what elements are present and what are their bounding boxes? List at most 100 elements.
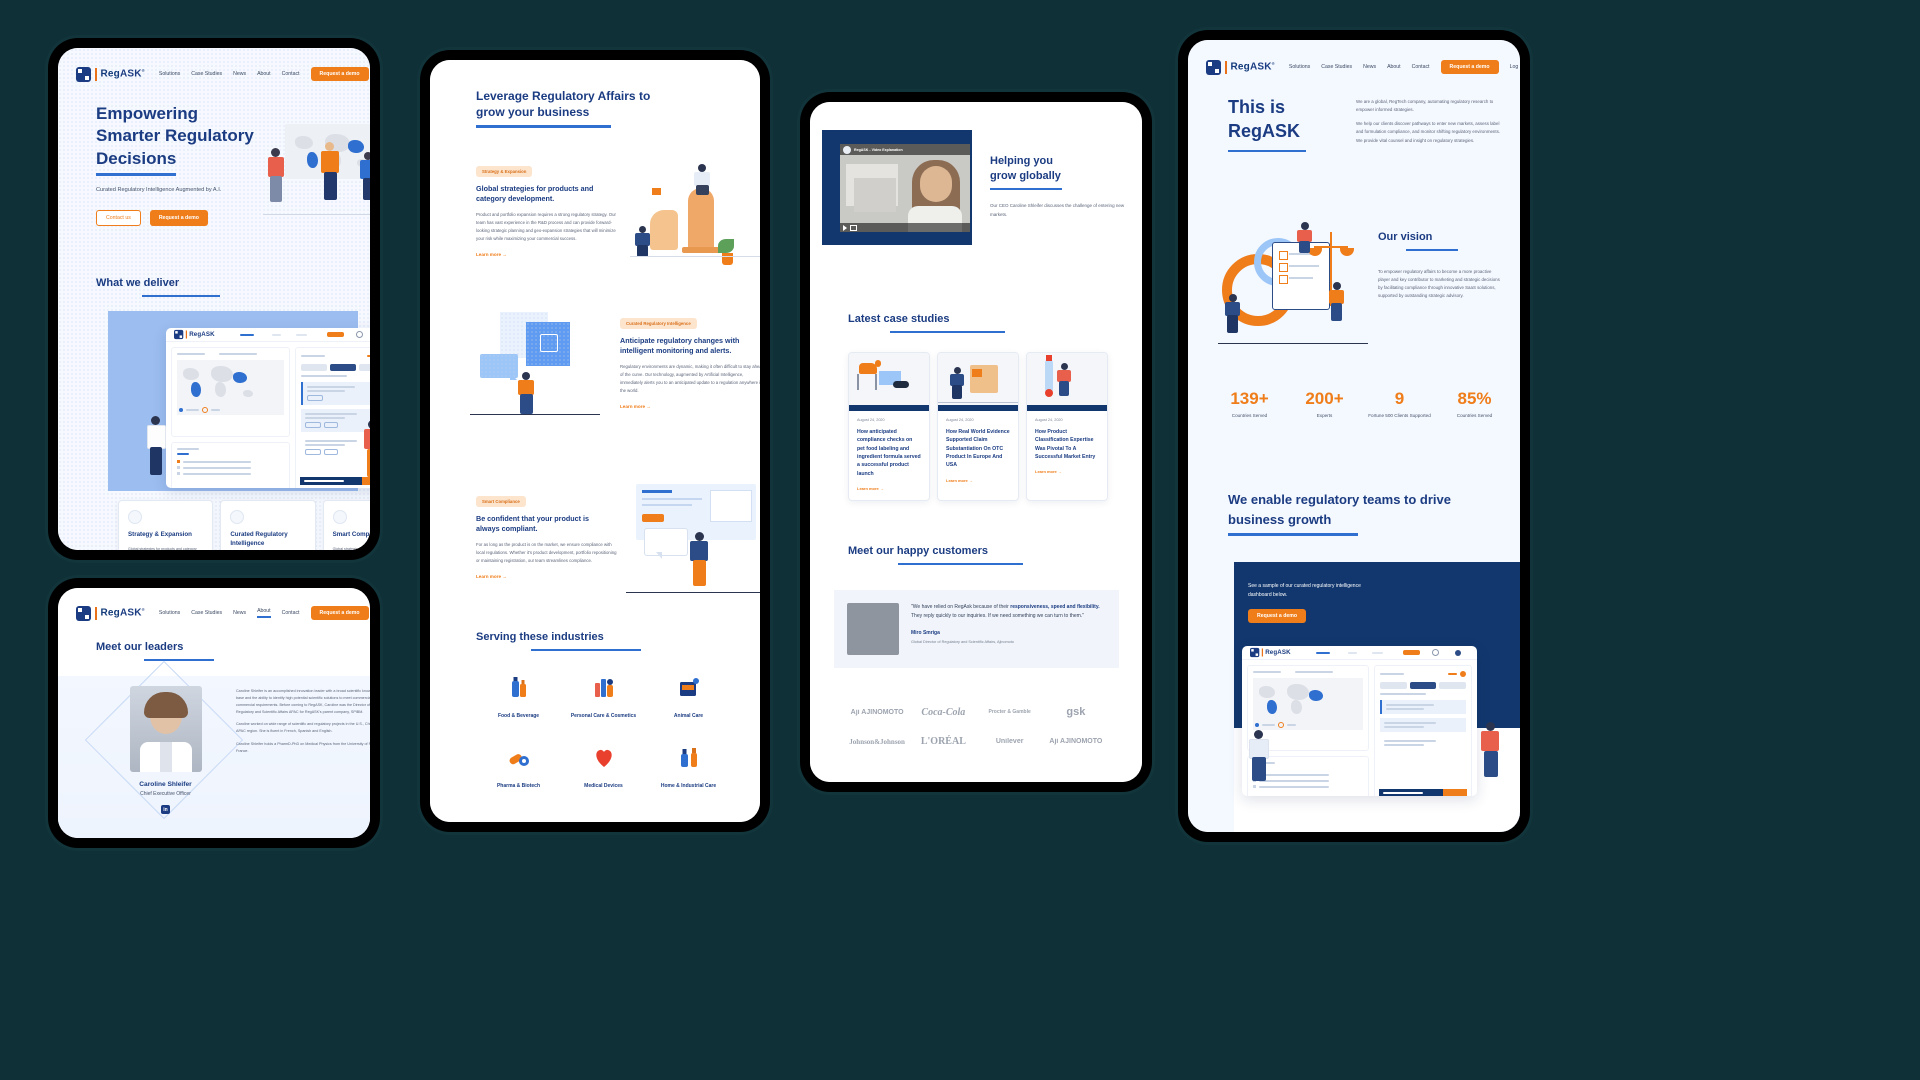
nav-link-case-studies[interactable]: Case Studies — [191, 71, 222, 77]
client-logo: L'ORÉAL — [920, 736, 966, 747]
bio-paragraph-1: Caroline Shleifer is an accomplished inn… — [236, 689, 370, 714]
leader-role: Chief Executive Officer — [140, 791, 191, 797]
enable-heading: We enable regulatory teams to drive busin… — [1228, 490, 1508, 536]
industry-item[interactable]: Medical Devices — [561, 745, 646, 791]
testimonial: "We have relied on RegAsk because of the… — [834, 590, 1119, 668]
case-studies-grid: August 24, 2020 How anticipated complian… — [848, 352, 1108, 501]
video-player[interactable]: RegASK - Video Explanation — [840, 144, 970, 232]
case-card[interactable]: August 24, 2020 How anticipated complian… — [848, 352, 930, 501]
nav-link-contact[interactable]: Contact — [282, 610, 300, 616]
video-heading: Helping you grow globally — [990, 155, 1061, 182]
industry-item[interactable]: Pharma & Biotech — [476, 745, 561, 791]
nav-request-demo-button[interactable]: Request a demo — [310, 606, 369, 620]
block-link[interactable]: Learn more → — [476, 252, 507, 257]
leaders-heading: Meet our leaders — [96, 640, 214, 662]
nav-link-case-studies[interactable]: Case Studies — [191, 610, 222, 616]
industry-item[interactable]: Personal Care & Cosmetics — [561, 675, 646, 721]
industry-name: Personal Care & Cosmetics — [570, 713, 637, 719]
cosmetics-icon — [594, 679, 613, 697]
request-demo-button[interactable]: Request a demo — [149, 209, 208, 226]
testimonial-name: Miro Smriga — [911, 630, 940, 636]
stat-value: 139+ — [1230, 389, 1269, 408]
nav-link-solutions[interactable]: Solutions — [159, 71, 180, 77]
case-card[interactable]: August 24, 2020 How Real World Evidence … — [937, 352, 1019, 501]
logo-divider — [1225, 60, 1227, 74]
case-card[interactable]: August 24, 2020 How Product Classificati… — [1026, 352, 1108, 501]
solution-block-1: Strategy & Expansion Global strategies f… — [476, 160, 621, 261]
industry-item[interactable]: Food & Beverage — [476, 675, 561, 721]
nav-request-demo-button[interactable]: Request a demo — [310, 67, 369, 81]
play-icon[interactable] — [843, 224, 847, 231]
block-link[interactable]: Learn more → — [476, 574, 507, 579]
contact-us-button[interactable]: Contact us — [96, 209, 141, 226]
nav-links: Solutions Case Studies News About Contac… — [1289, 60, 1520, 74]
vision-heading: Our vision — [1378, 230, 1458, 252]
clipboard-icon — [332, 510, 347, 524]
nav-link-about[interactable]: About — [257, 608, 271, 618]
testimonial-avatar — [847, 603, 899, 655]
nav-link-news[interactable]: News — [233, 71, 246, 77]
monitoring-illustration — [470, 310, 600, 425]
handshake-icon — [128, 510, 142, 524]
nav-link-contact[interactable]: Contact — [1412, 64, 1430, 70]
card-body: Global strategies for products and categ… — [332, 546, 370, 550]
about-intro-1: We are a global, RegTech company, automa… — [1356, 99, 1494, 113]
deliver-card[interactable]: Strategy & Expansion Global strategies f… — [118, 500, 214, 550]
nav-link-contact[interactable]: Contact — [282, 71, 300, 77]
client-logo: gsk — [1066, 706, 1086, 718]
industry-item[interactable]: Animal Care — [646, 675, 731, 721]
nav-link-solutions[interactable]: Solutions — [159, 610, 180, 616]
client-logos: Aji AJINOMOTO Coca-Cola Procter & Gamble… — [834, 692, 1119, 761]
sample-request-demo-button[interactable]: Request a demo — [1248, 609, 1307, 623]
deliver-card[interactable]: Curated Regulatory Intelligence Global s… — [220, 500, 316, 550]
client-logo: Procter & Gamble — [988, 709, 1031, 715]
block-link[interactable]: Learn more → — [620, 404, 651, 409]
case-title: How anticipated compliance checks on pet… — [857, 429, 921, 477]
logo-mark-icon — [76, 605, 91, 621]
volume-icon[interactable] — [850, 224, 857, 231]
nav-link-case-studies[interactable]: Case Studies — [1321, 64, 1352, 70]
case-title: How Real World Evidence Supported Claim … — [946, 429, 1010, 469]
industry-item[interactable]: Home & Industrial Care — [646, 745, 731, 791]
logo[interactable]: RegASK® — [76, 605, 145, 621]
page-leaders: RegASK® Solutions Case Studies News Abou… — [58, 588, 370, 838]
block-tag: Smart Compliance — [476, 496, 526, 507]
page-cases: RegASK - Video Explanation Helping you gr… — [810, 102, 1142, 782]
logo[interactable]: RegASK® — [1206, 59, 1275, 75]
case-link[interactable]: Learn more → — [1035, 469, 1099, 474]
logo-divider — [95, 67, 97, 81]
nav-link-news[interactable]: News — [1363, 64, 1376, 70]
thermometer-illustration — [1027, 353, 1107, 411]
logo-text: RegASK® — [100, 68, 145, 80]
chess-illustration — [630, 160, 760, 275]
page-solutions: Leverage Regulatory Affairs to grow your … — [430, 60, 760, 822]
device-phone-solutions: Leverage Regulatory Affairs to grow your … — [420, 50, 770, 832]
sample-text: See a sample of our curated regulatory i… — [1248, 583, 1361, 598]
nav-link-news[interactable]: News — [233, 610, 246, 616]
page-home: RegASK® Solutions Case Studies News Abou… — [58, 48, 370, 550]
nav-login-link[interactable]: Log in — [1510, 64, 1520, 70]
nav-link-about[interactable]: About — [257, 71, 271, 77]
case-link[interactable]: Learn more → — [857, 486, 921, 491]
deliver-card[interactable]: Smart Compliance Global strategies for p… — [322, 500, 370, 550]
nav-link-solutions[interactable]: Solutions — [1289, 64, 1310, 70]
card-body: Global strategies for products and categ… — [128, 546, 197, 550]
leader-card: Caroline Shleifer Chief Executive Office… — [113, 686, 218, 814]
nav-links: Solutions Case Studies News About Contac… — [159, 606, 370, 620]
case-link[interactable]: Learn more → — [946, 478, 1010, 483]
logo[interactable]: RegASK® — [76, 66, 145, 82]
shelf-illustration — [938, 353, 1018, 411]
testimonial-role: Global Director of Regulatory and Scient… — [911, 640, 1014, 644]
hero-subtitle: Curated Regulatory Intelligence Augmente… — [96, 187, 222, 194]
dashboard-mockup: RegASK — [166, 328, 370, 488]
leader-photo — [129, 686, 202, 772]
hero-illustration — [263, 116, 370, 221]
case-title: How Product Classification Expertise Was… — [1035, 429, 1096, 460]
nav-request-demo-button[interactable]: Request a demo — [1440, 60, 1499, 74]
about-title: This is RegASK — [1228, 97, 1301, 141]
dashboard-mockup-2: RegASK — [1242, 646, 1477, 796]
nav-link-about[interactable]: About — [1387, 64, 1401, 70]
industries-grid: Food & Beverage Personal Care & Cosmetic… — [476, 675, 731, 790]
block-tag: Curated Regulatory Intelligence — [620, 318, 697, 329]
linkedin-icon[interactable]: in — [161, 805, 170, 814]
